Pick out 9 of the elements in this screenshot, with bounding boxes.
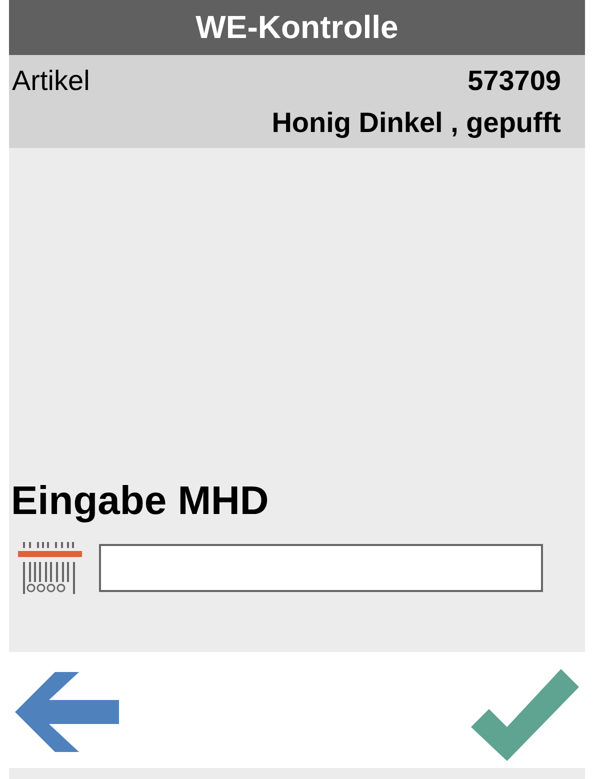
date-input-field[interactable] — [99, 544, 543, 592]
article-number: 573709 — [468, 64, 561, 96]
entry-label: Eingabe MHD — [11, 479, 270, 524]
article-label: Artikel — [12, 64, 90, 96]
back-arrow-icon[interactable] — [15, 672, 119, 752]
checkmark-icon[interactable] — [471, 669, 579, 761]
screen-title: WE-Kontrolle — [196, 9, 398, 46]
article-name: Honig Dinkel , gepufft — [272, 106, 561, 138]
barcode-scan-icon — [17, 540, 83, 596]
